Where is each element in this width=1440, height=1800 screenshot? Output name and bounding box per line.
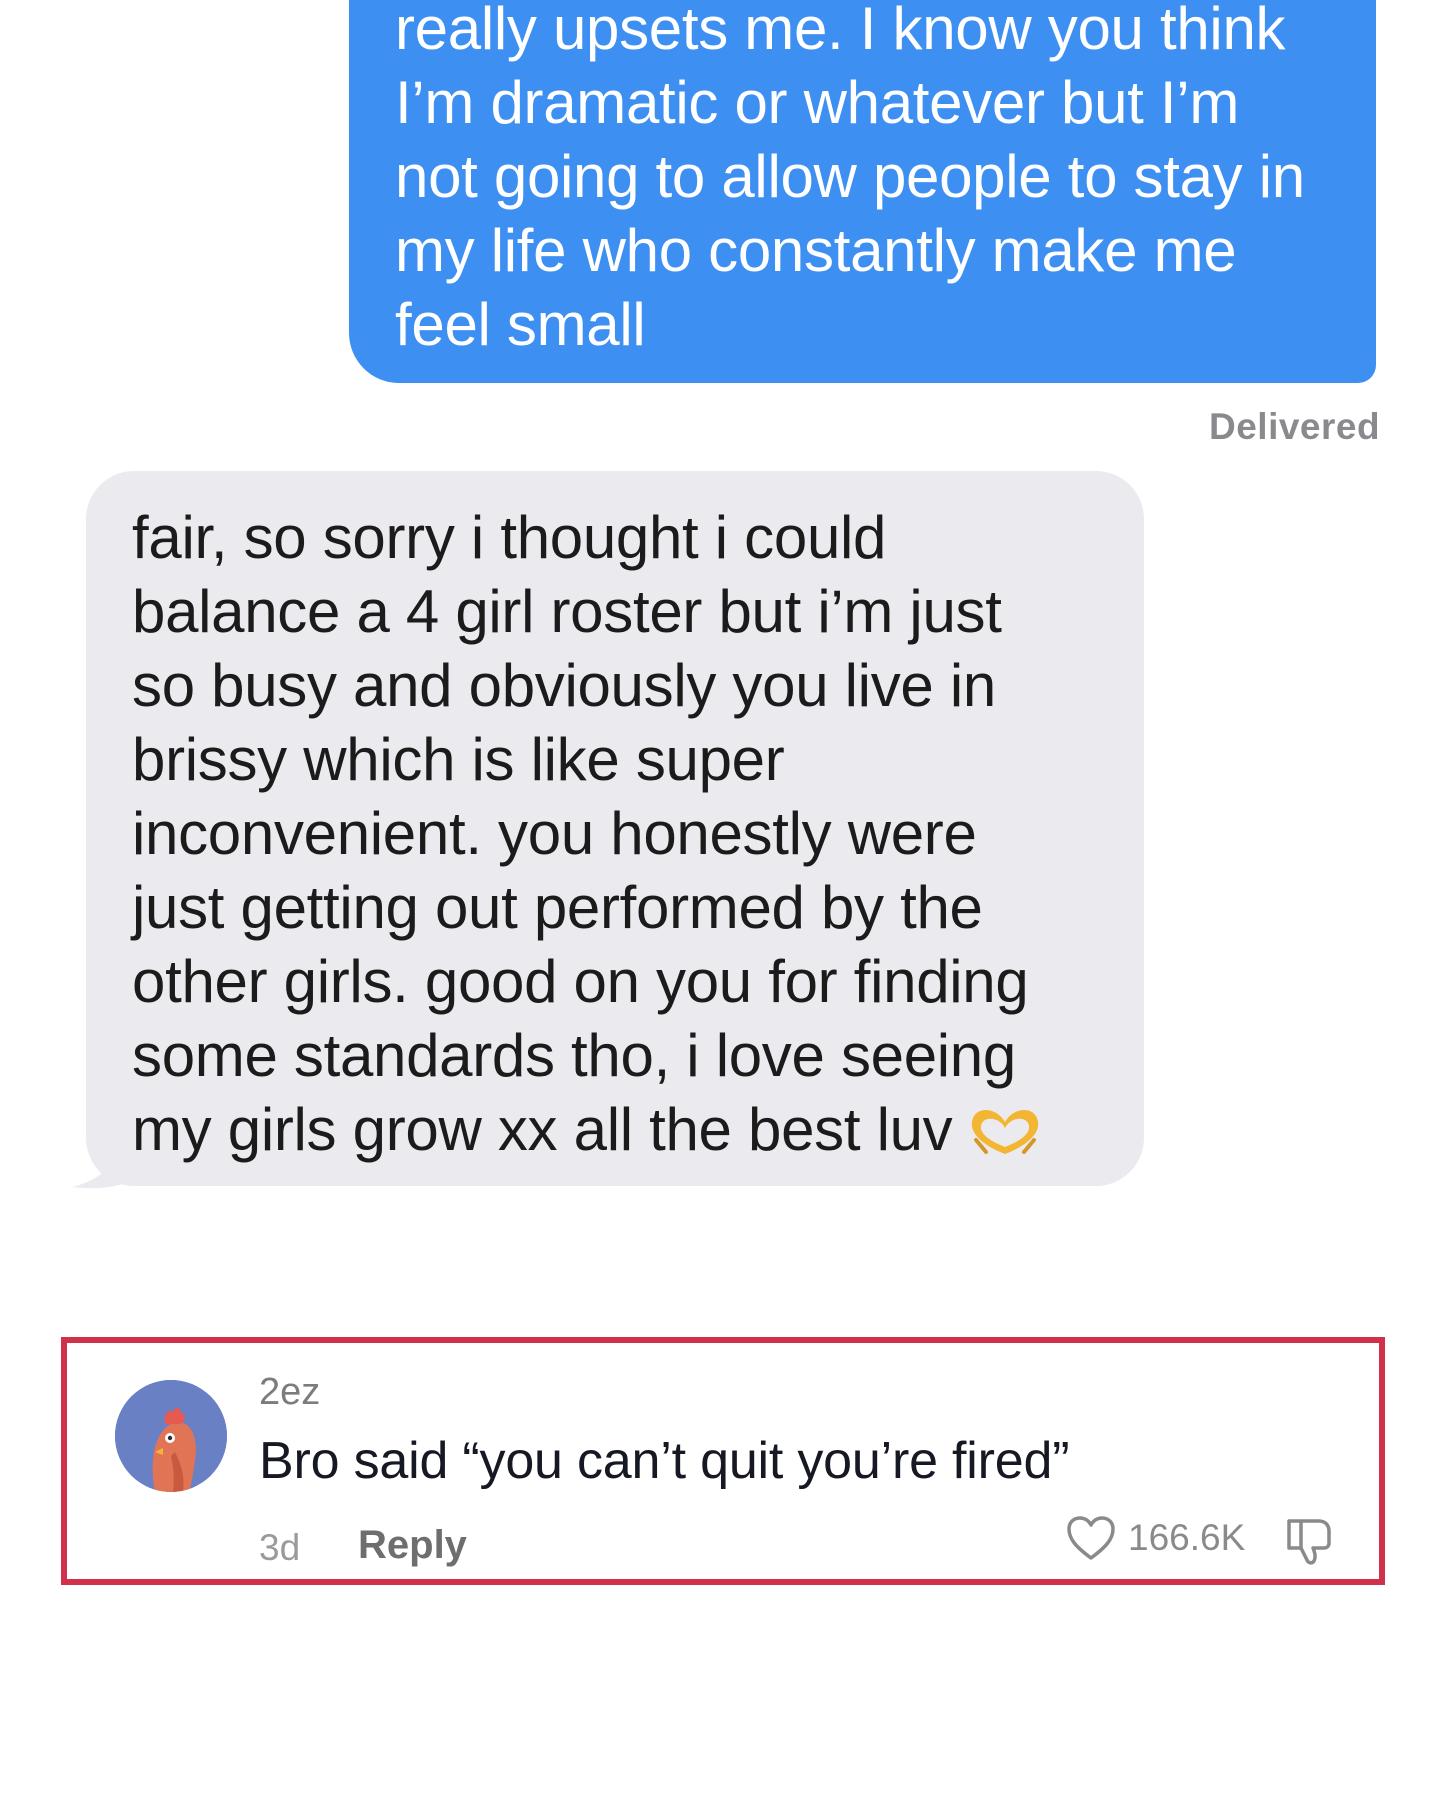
comment-timestamp: 3d (259, 1527, 301, 1568)
comment-text: Bro said “you can’t quit you’re fired” (259, 1432, 1070, 1490)
avatar-image (115, 1380, 227, 1492)
sent-message-text: really upsets me. I know you think I’m d… (395, 0, 1305, 358)
sent-message-bubble: really upsets me. I know you think I’m d… (349, 0, 1376, 383)
received-message-body: fair, so sorry i thought i could balance… (132, 504, 1029, 1163)
rooster-avatar-icon[interactable] (115, 1380, 227, 1492)
reply-button[interactable]: Reply (358, 1523, 467, 1568)
like-button[interactable]: 166.6K (1066, 1515, 1245, 1561)
like-count: 166.6K (1128, 1517, 1246, 1558)
comment-username[interactable]: 2ez (259, 1371, 320, 1414)
received-message: fair, so sorry i thought i could balance… (68, 471, 1144, 1189)
received-message-text: fair, so sorry i thought i could balance… (132, 501, 1132, 1167)
thumbs-down-icon[interactable] (1283, 1513, 1337, 1567)
delivered-status: Delivered (1209, 406, 1377, 447)
heart-hands-emoji (972, 1110, 1039, 1154)
heart-icon (1067, 1516, 1115, 1560)
highlighted-comment: 2ez Bro said “you can’t quit you’re fire… (61, 1337, 1385, 1585)
